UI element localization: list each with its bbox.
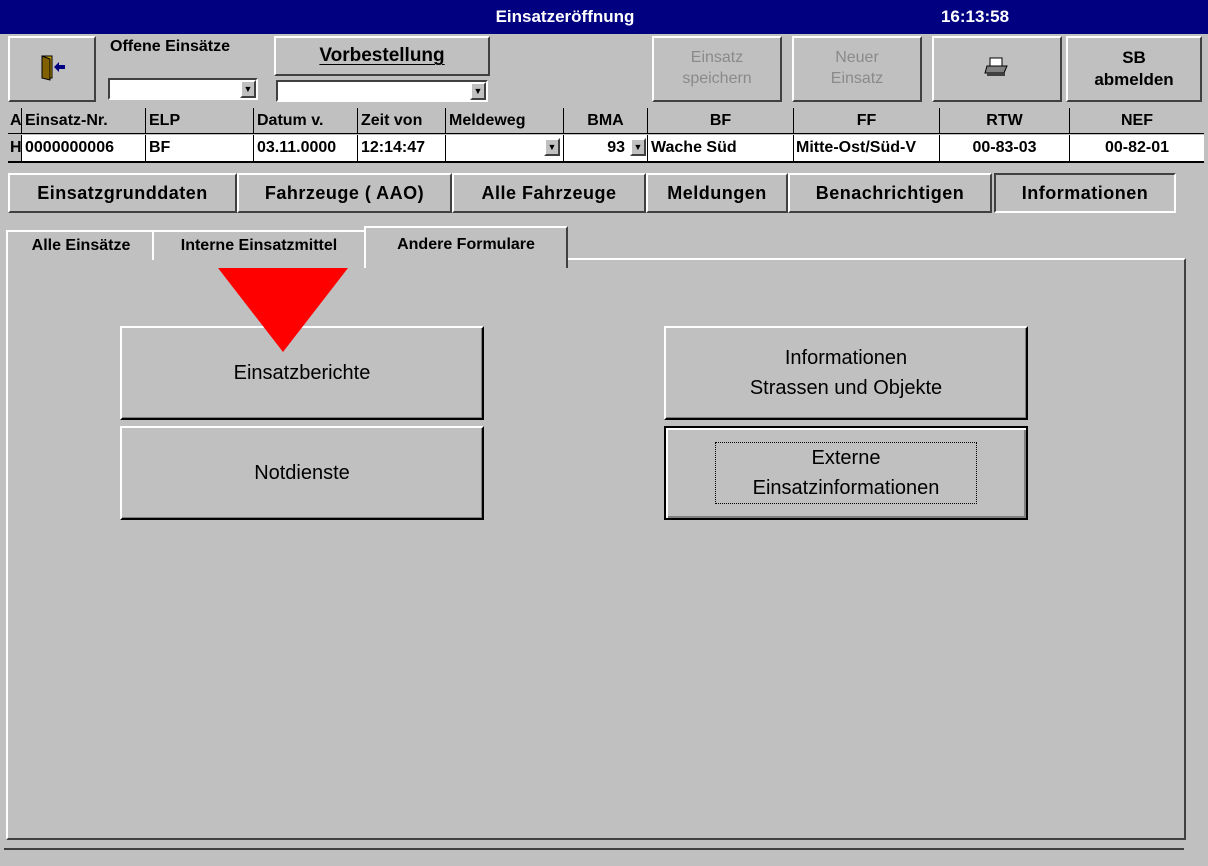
info-line1: Informationen [784,347,908,369]
cell-einsatz-nr[interactable]: 0000000006 [22,135,146,161]
chevron-down-icon[interactable]: ▼ [240,80,256,98]
cell-meldeweg[interactable]: ▼ [446,135,564,161]
table-row[interactable]: H 0000000006 BF 03.11.0000 12:14:47 ▼ 93… [8,135,1204,163]
col-header-bf: BF [648,108,794,134]
col-header-bma: BMA [564,108,648,134]
col-header-zeit: Zeit von [358,108,446,134]
tab-andere-formulare[interactable]: Andere Formulare [364,226,568,268]
cell-ff[interactable]: Mitte-Ost/Süd-V [794,135,940,161]
nav-alle-fahrzeuge[interactable]: Alle Fahrzeuge [452,173,646,213]
cell-bma[interactable]: 93 ▼ [564,135,648,161]
tab-interne-einsatzmittel[interactable]: Interne Einsatzmittel [152,230,366,260]
red-arrow-marker-icon [218,268,348,352]
clock: 16:13:58 [940,7,1010,26]
cell-rtw[interactable]: 00-83-03 [940,135,1070,161]
col-header-nef: NEF [1121,112,1153,129]
vorbestellung-select[interactable]: ▼ [276,80,488,102]
status-divider [4,848,1184,850]
col-header-elp: ELP [146,108,254,134]
cell-zeit[interactable]: 12:14:47 [358,135,446,161]
externe-einsatzinformationen-button[interactable]: Externe Einsatzinformationen [664,426,1028,520]
col-header-meldeweg: Meldeweg [446,108,564,134]
sb-abmelden-button[interactable]: SB abmelden [1066,36,1202,102]
notdienste-button[interactable]: Notdienste [120,426,484,520]
chevron-down-icon[interactable]: ▼ [470,82,486,100]
chevron-down-icon[interactable]: ▼ [630,138,646,156]
title-bar: Einsatzeröffnung 16:13:58 [0,0,1208,34]
col-header-rtw: RTW [940,108,1070,134]
col-header-ff: FF [794,108,940,134]
bma-value: 93 [607,139,625,156]
col-header-a: A [8,108,22,134]
focus-rect: Externe Einsatzinformationen [715,442,977,504]
cell-datum[interactable]: 03.11.0000 [254,135,358,161]
exit-door-icon [37,52,67,87]
offene-einsaetze-select[interactable]: ▼ [108,78,258,100]
nav-einsatzgrunddaten[interactable]: Einsatzgrunddaten [8,173,237,213]
neuer-einsatz-label: Neuer Einsatz [830,49,884,87]
printer-icon [984,56,1010,83]
informationen-strassen-objekte-button[interactable]: Informationen Strassen und Objekte [664,326,1028,420]
col-header-datum: Datum v. [254,108,358,134]
sb-abmelden-label: SB abmelden [1094,47,1174,89]
tab-alle-einsaetze[interactable]: Alle Einsätze [6,230,156,260]
cell-elp[interactable]: BF [146,135,254,161]
print-button[interactable] [932,36,1062,102]
cell-nef[interactable]: 00-82-01 [1070,135,1204,161]
cell-bf[interactable]: Wache Süd [648,135,794,161]
info-line2: Strassen und Objekte [749,377,943,399]
ext-line1: Externe [811,447,881,469]
exit-button[interactable] [8,36,96,102]
offene-einsaetze-label: Offene Einsätze [110,38,231,55]
nav-informationen[interactable]: Informationen [994,173,1176,213]
offene-einsaetze-group: Offene Einsätze ▼ [106,36,262,102]
vorbestellung-button[interactable]: Vorbestellung [274,36,490,76]
cell-a: H [8,135,22,161]
einsatz-speichern-button[interactable]: Einsatz speichern [652,36,782,102]
chevron-down-icon[interactable]: ▼ [544,138,560,156]
grid-header-row: A Einsatz-Nr. ELP Datum v. Zeit von Meld… [8,108,1204,134]
nav-benachrichtigen[interactable]: Benachrichtigen [788,173,992,213]
nav-fahrzeuge-aao[interactable]: Fahrzeuge ( AAO) [237,173,452,213]
nav-meldungen[interactable]: Meldungen [646,173,788,213]
col-header-einsatz-nr: Einsatz-Nr. [22,108,146,134]
neuer-einsatz-button[interactable]: Neuer Einsatz [792,36,922,102]
vorbestellung-label: Vorbestellung [319,45,445,66]
einsatz-speichern-label: Einsatz speichern [682,49,752,87]
ext-line2: Einsatzinformationen [752,477,940,499]
